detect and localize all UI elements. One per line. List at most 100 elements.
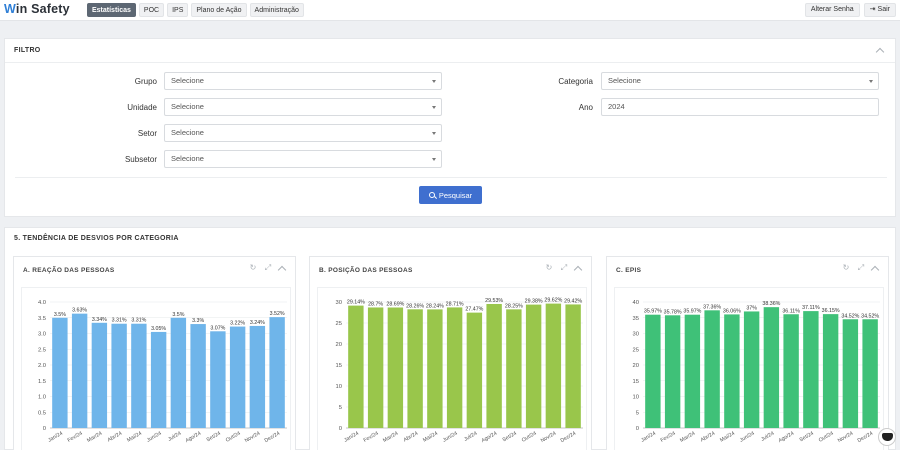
- grupo-select[interactable]: Selecione: [164, 72, 442, 90]
- y-tick-label: 2.5: [38, 347, 46, 353]
- data-label: 3.07%: [210, 325, 225, 331]
- bar: [210, 331, 226, 428]
- data-label: 35.97%: [644, 309, 662, 315]
- y-tick-label: 40: [633, 300, 639, 306]
- x-tick-label: Out/24: [521, 431, 538, 444]
- bar: [862, 319, 878, 428]
- refresh-icon[interactable]: ↻: [842, 264, 850, 272]
- expand-icon[interactable]: ⤢: [857, 264, 865, 272]
- chart-title: B. POSIÇÃO DAS PESSOAS: [319, 267, 413, 274]
- categoria-label: Categoria: [558, 77, 593, 86]
- search-button[interactable]: Pesquisar: [419, 186, 482, 204]
- ano-input[interactable]: 2024: [601, 98, 879, 116]
- data-label: 28.7%: [368, 301, 383, 307]
- x-tick-label: Set/24: [502, 431, 518, 444]
- y-tick-label: 15: [633, 379, 639, 385]
- y-tick-label: 25: [633, 347, 639, 353]
- y-tick-label: 30: [336, 300, 342, 306]
- subsetor-label: Subsetor: [124, 155, 157, 164]
- x-tick-label: Mai/24: [719, 431, 736, 444]
- bar: [348, 305, 364, 428]
- card-tools: ↻ ⤢: [545, 264, 583, 275]
- x-tick-label: Ago/24: [185, 431, 203, 445]
- y-tick-label: 20: [336, 342, 342, 348]
- nav-administracao[interactable]: Administração: [249, 3, 304, 17]
- x-tick-label: Mar/24: [679, 431, 696, 444]
- chart-area: 0 0.5 1.0 1.5 2.0 2.5 3.0 3.5 4.0 3.5% Jan/24 3.63%…: [21, 287, 291, 450]
- bar-chart: 0 5 10 15 20 25 30 29.14% Jan/24 28.7% Fev/24 28.69…: [336, 298, 583, 444]
- grupo-label: Grupo: [134, 77, 157, 86]
- refresh-icon[interactable]: ↻: [249, 264, 257, 272]
- nav-poc[interactable]: POC: [138, 3, 165, 17]
- y-tick-label: 20: [633, 363, 639, 369]
- bar: [525, 304, 542, 428]
- brand-logo[interactable]: Win Safety: [4, 2, 70, 16]
- data-label: 37.11%: [802, 305, 820, 311]
- bar: [170, 317, 187, 428]
- x-tick-label: Fev/24: [660, 431, 677, 444]
- data-label: 28.24%: [426, 303, 444, 309]
- bar: [91, 322, 108, 428]
- filter-title: FILTRO: [14, 47, 41, 54]
- categoria-select[interactable]: Selecione: [601, 72, 879, 90]
- bar: [545, 303, 562, 428]
- x-tick-label: Abr/24: [403, 431, 420, 444]
- x-tick-label: Jan/24: [343, 431, 360, 444]
- chart-area: 0 5 10 15 20 25 30 29.14% Jan/24 28.7% Fev/24 28.69…: [317, 287, 587, 450]
- y-tick-label: 0.5: [38, 410, 46, 416]
- x-tick-label: Mai/24: [126, 431, 143, 444]
- bar: [704, 310, 720, 428]
- nav-ips[interactable]: IPS: [167, 3, 189, 17]
- bar: [664, 315, 681, 428]
- nav-estatisticas[interactable]: Estatísticas: [87, 3, 136, 17]
- collapse-chevron-icon[interactable]: [277, 265, 287, 275]
- setor-select[interactable]: Selecione: [164, 124, 442, 142]
- data-label: 27.47%: [465, 307, 483, 313]
- y-tick-label: 4.0: [38, 300, 46, 306]
- data-label: 3.24%: [250, 320, 265, 326]
- trend-section: 5. TENDÊNCIA DE DESVIOS POR CATEGORIA A.…: [4, 227, 896, 450]
- collapse-chevron-icon[interactable]: [870, 265, 880, 275]
- x-tick-label: Set/24: [799, 431, 815, 444]
- bar: [763, 307, 780, 428]
- dropdown-caret-icon: [869, 80, 873, 83]
- bar: [229, 326, 246, 428]
- collapse-chevron-icon[interactable]: [875, 47, 885, 57]
- refresh-icon[interactable]: ↻: [545, 264, 553, 272]
- data-label: 3.05%: [151, 326, 166, 332]
- search-icon: [428, 192, 435, 198]
- subsetor-select[interactable]: Selecione: [164, 150, 442, 168]
- x-tick-label: Fev/24: [363, 431, 380, 444]
- nav-plano-de-acao[interactable]: Plano de Ação: [191, 3, 247, 17]
- data-label: 34.52%: [841, 313, 859, 319]
- bar: [803, 311, 819, 428]
- bar: [52, 317, 68, 428]
- x-tick-label: Set/24: [206, 431, 222, 444]
- bar: [446, 307, 463, 428]
- bar: [565, 304, 581, 428]
- bar: [407, 309, 423, 428]
- data-label: 29.53%: [485, 298, 503, 304]
- collapse-chevron-icon[interactable]: [573, 265, 583, 275]
- logout-button[interactable]: ⇥ Sair: [863, 3, 896, 17]
- x-tick-label: Mai/24: [422, 431, 439, 444]
- brand-name: in Safety: [15, 2, 70, 16]
- bar: [269, 317, 285, 428]
- x-tick-label: Dez/24: [264, 431, 282, 445]
- change-password-button[interactable]: Alterar Senha: [804, 3, 860, 17]
- chart-card-a: A. REAÇÃO DAS PESSOAS ↻ ⤢ 0 0.5 1.0 1.5 2.0 2…: [13, 256, 296, 450]
- assistant-avatar[interactable]: [878, 428, 896, 446]
- x-tick-label: Abr/24: [700, 431, 717, 444]
- expand-icon[interactable]: ⤢: [560, 264, 568, 272]
- expand-icon[interactable]: ⤢: [264, 264, 272, 272]
- y-tick-label: 1.0: [38, 395, 46, 401]
- filter-panel-header: FILTRO: [5, 39, 895, 63]
- grupo-select-value: Selecione: [171, 76, 204, 85]
- y-tick-label: 15: [336, 363, 342, 369]
- y-tick-label: 1.5: [38, 379, 46, 385]
- dropdown-caret-icon: [432, 158, 436, 161]
- x-tick-label: Abr/24: [107, 431, 124, 444]
- bar: [645, 314, 661, 428]
- unidade-select[interactable]: Selecione: [164, 98, 442, 116]
- x-tick-label: Nov/24: [837, 431, 855, 445]
